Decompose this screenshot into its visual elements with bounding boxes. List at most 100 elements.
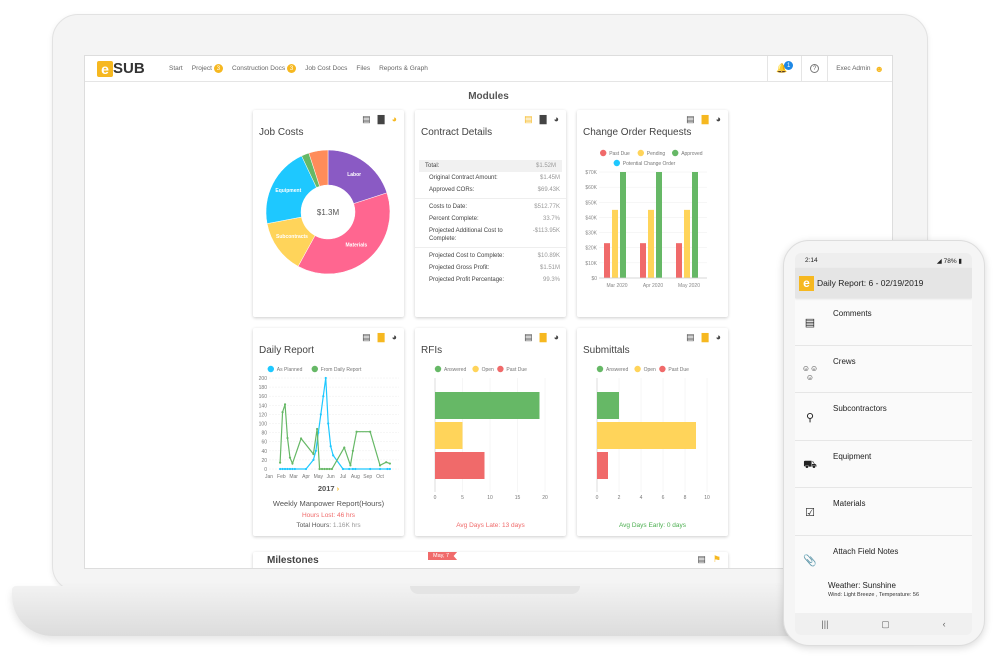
contract-details-card: ▤ ▇ ◕ Contract Details Total: $1.52M Origin… xyxy=(415,110,566,317)
app-screen: e SUB Start Project 3 Construction Docs 3 J… xyxy=(84,55,893,569)
rfis-footer: Avg Days Late: 13 days xyxy=(456,522,525,529)
item-label: Subcontractors xyxy=(833,404,887,413)
table-view-icon[interactable]: ▤ xyxy=(524,332,533,343)
nav-project[interactable]: Project 3 xyxy=(192,64,223,73)
flag-view-icon[interactable]: ⚑ xyxy=(713,554,721,565)
pie-view-icon[interactable]: ◕ xyxy=(392,114,397,125)
pie-view-icon[interactable]: ◕ xyxy=(554,114,559,125)
row-value: $1.45M xyxy=(539,175,560,181)
nav-reports[interactable]: Reports & Graph xyxy=(379,65,428,72)
menu-crews[interactable]: ☺☺☺ Crews xyxy=(795,346,972,393)
data-point xyxy=(286,467,289,471)
milestone-flag[interactable]: May, 7 xyxy=(428,552,458,560)
nav-start[interactable]: Start xyxy=(169,65,183,72)
pie-view-icon[interactable]: ◕ xyxy=(392,332,397,343)
data-point xyxy=(349,464,352,467)
data-point xyxy=(283,403,287,406)
android-nav-bar: ||| ▢ ‹ xyxy=(795,613,972,635)
slice-label: Subcontracts xyxy=(276,234,308,240)
pie-view-icon[interactable]: ◕ xyxy=(716,114,721,125)
top-nav: e SUB Start Project 3 Construction Docs 3 J… xyxy=(85,56,892,82)
rfis-chart: Answered Open Past Due 0 5 10 15 20 xyxy=(434,365,548,501)
user-menu[interactable]: Exec Admin ☻ xyxy=(827,56,892,81)
pie-view-icon[interactable]: ◕ xyxy=(554,332,559,343)
card-title: Daily Report xyxy=(259,345,315,356)
bar-view-icon[interactable]: ▇ xyxy=(702,332,709,343)
bar-view-icon[interactable]: ▇ xyxy=(540,114,547,125)
x-tick-label: 4 xyxy=(640,495,643,501)
contract-row: Projected Profit Percentage: 99.3% xyxy=(415,274,566,286)
recent-apps-icon[interactable]: ||| xyxy=(821,619,828,629)
back-icon[interactable]: ‹ xyxy=(943,619,946,629)
next-year-chevron-icon[interactable]: › xyxy=(337,484,340,493)
data-point xyxy=(329,445,332,448)
total-hours-label: Total Hours: xyxy=(296,522,332,529)
nav-job-cost-docs[interactable]: Job Cost Docs xyxy=(305,65,347,72)
bar-view-icon[interactable]: ▇ xyxy=(540,332,547,343)
row-label: Projected Cost to Complete: xyxy=(429,253,505,259)
card-title: Job Costs xyxy=(259,127,304,138)
table-view-icon[interactable]: ▤ xyxy=(686,332,695,343)
y-tick-label: 160 xyxy=(259,394,268,400)
menu-materials[interactable]: ☑ Materials xyxy=(795,488,972,536)
data-point xyxy=(354,467,357,471)
y-tick-label: $20K xyxy=(585,246,597,252)
x-tick-label: 15 xyxy=(515,495,521,501)
year-label: 2017 xyxy=(317,484,335,493)
legend-label: From Daily Report xyxy=(321,367,362,373)
data-point xyxy=(291,467,294,471)
data-point xyxy=(288,456,292,459)
notifications-button[interactable]: 🔔 1 xyxy=(766,56,801,81)
x-tick-label: 5 xyxy=(461,495,464,501)
table-view-icon[interactable]: ▤ xyxy=(524,114,533,125)
x-tick-label: 6 xyxy=(662,495,665,501)
row-value: $10.89K xyxy=(537,253,560,259)
help-button[interactable]: ? xyxy=(801,56,827,81)
job-costs-card: ▤ ▇ ◕ Job Costs Labor Materials Subcontracts… xyxy=(253,110,404,317)
item-label: Crews xyxy=(833,356,856,366)
phone-screen: 2:14 ◢ 78% ▮ e Daily Report: 6 - 02/19/201… xyxy=(795,253,972,635)
bar-view-icon[interactable]: ▇ xyxy=(378,114,385,125)
row-label: Approved CORs: xyxy=(429,187,475,193)
table-view-icon[interactable]: ▤ xyxy=(362,114,371,125)
table-view-icon[interactable]: ▤ xyxy=(686,114,695,125)
nav-files[interactable]: Files xyxy=(356,65,370,72)
contract-row: Projected Gross Profit: $1.51M xyxy=(415,262,566,274)
bar xyxy=(597,392,619,419)
menu-comments[interactable]: ▤ Comments xyxy=(795,298,972,346)
count-badge: 3 xyxy=(213,64,223,73)
pie-view-icon[interactable]: ◕ xyxy=(716,332,721,343)
data-point xyxy=(314,449,317,452)
data-point xyxy=(388,462,391,465)
nav-construction-docs[interactable]: Construction Docs 3 xyxy=(232,64,297,73)
legend-marker xyxy=(434,365,442,373)
item-label: Equipment xyxy=(833,451,872,461)
clock: 2:14 xyxy=(805,257,818,264)
weather-info: Weather: Sunshine Wind: Light Breeze , T… xyxy=(828,581,919,598)
row-label: Percent Complete: xyxy=(429,216,479,222)
data-point xyxy=(378,467,382,471)
esub-app-icon: e xyxy=(799,275,814,291)
home-icon[interactable]: ▢ xyxy=(881,619,890,630)
x-tick-label: Jan xyxy=(265,474,273,480)
contract-row: Percent Complete: 33.7% xyxy=(415,213,566,225)
data-point xyxy=(388,467,391,471)
data-point xyxy=(355,430,358,433)
bar-view-icon[interactable]: ▇ xyxy=(378,332,385,343)
weather-detail: Wind: Light Breeze , Temperature: 56 xyxy=(828,592,920,598)
menu-attach-field-notes[interactable]: 📎 Attach Field Notes xyxy=(795,536,972,584)
table-view-icon[interactable]: ▤ xyxy=(362,332,371,343)
bar xyxy=(435,452,485,479)
row-value: $1.51M xyxy=(539,265,560,271)
series-line xyxy=(279,404,391,470)
y-tick-label: 80 xyxy=(261,431,267,437)
y-tick-label: 40 xyxy=(261,449,267,455)
row-label: Total: xyxy=(425,163,440,169)
menu-equipment[interactable]: ⛟ Equipment xyxy=(795,441,972,488)
x-tick-label: Aug xyxy=(351,474,360,480)
menu-subcontractors[interactable]: ⚲ Subcontractors xyxy=(795,393,972,441)
bar-view-icon[interactable]: ▇ xyxy=(702,114,709,125)
bar xyxy=(604,243,610,278)
table-view-icon[interactable]: ▤ xyxy=(697,554,706,565)
esub-logo[interactable]: e SUB xyxy=(97,60,147,77)
